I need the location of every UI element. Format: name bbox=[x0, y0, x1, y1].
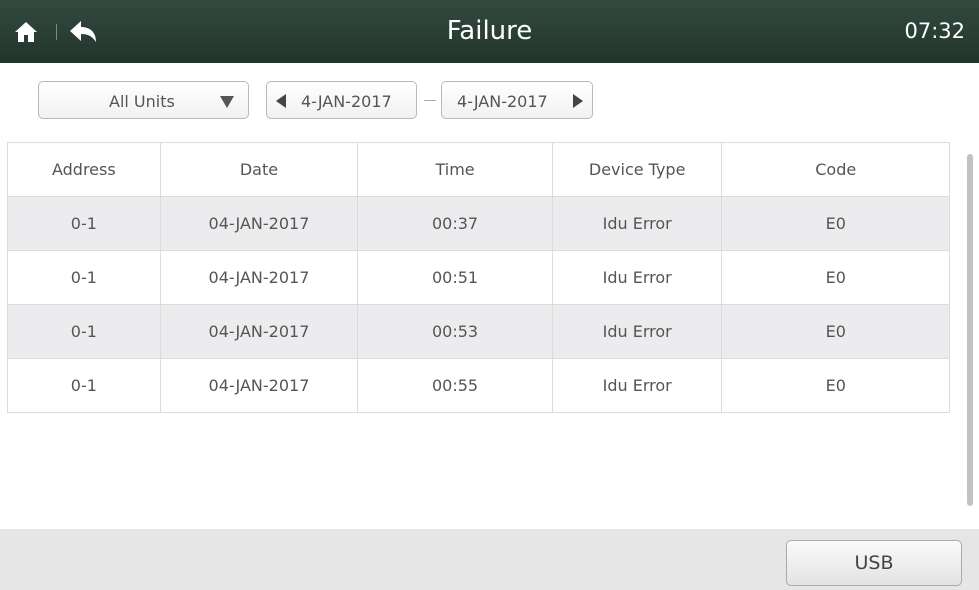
table-header-row: Address Date Time Device Type Code bbox=[8, 143, 949, 197]
table-scrollbar[interactable] bbox=[967, 154, 973, 506]
cell-time: 00:55 bbox=[358, 359, 553, 412]
date-from-button[interactable]: 4-JAN-2017 bbox=[266, 81, 417, 119]
cell-device-type: Idu Error bbox=[553, 197, 723, 250]
column-header-code: Code bbox=[815, 160, 857, 179]
cell-code: E0 bbox=[825, 376, 846, 395]
cell-device-type: Idu Error bbox=[553, 359, 723, 412]
column-header-date: Date bbox=[161, 143, 359, 196]
cell-date: 04-JAN-2017 bbox=[161, 305, 359, 358]
cell-date: 04-JAN-2017 bbox=[161, 251, 359, 304]
table-row[interactable]: 0-1 04-JAN-2017 00:53 Idu Error E0 bbox=[8, 305, 949, 359]
clock: 07:32 bbox=[904, 19, 965, 43]
failure-table: Address Date Time Device Type Code 0-1 0… bbox=[7, 142, 950, 413]
column-header-address: Address bbox=[8, 143, 161, 196]
table-row[interactable]: 0-1 04-JAN-2017 00:37 Idu Error E0 bbox=[8, 197, 949, 251]
cell-address: 0-1 bbox=[8, 359, 161, 412]
date-to-button[interactable]: 4-JAN-2017 bbox=[441, 81, 593, 119]
cell-device-type: Idu Error bbox=[553, 305, 723, 358]
cell-time: 00:53 bbox=[358, 305, 553, 358]
unit-select-dropdown[interactable]: All Units bbox=[38, 81, 249, 119]
date-from-value: 4-JAN-2017 bbox=[301, 92, 392, 111]
cell-code: E0 bbox=[825, 268, 846, 287]
title-bar: Failure 07:32 bbox=[0, 0, 979, 63]
column-header-device-type: Device Type bbox=[553, 143, 723, 196]
cell-code: E0 bbox=[825, 322, 846, 341]
cell-code: E0 bbox=[825, 214, 846, 233]
date-to-value: 4-JAN-2017 bbox=[457, 92, 548, 111]
cell-date: 04-JAN-2017 bbox=[161, 197, 359, 250]
arrow-left-icon[interactable] bbox=[276, 94, 286, 108]
cell-date: 04-JAN-2017 bbox=[161, 359, 359, 412]
page-title: Failure bbox=[446, 16, 533, 46]
date-range-separator bbox=[424, 100, 436, 101]
cell-address: 0-1 bbox=[8, 251, 161, 304]
cell-device-type: Idu Error bbox=[553, 251, 723, 304]
cell-time: 00:37 bbox=[358, 197, 553, 250]
table-row[interactable]: 0-1 04-JAN-2017 00:55 Idu Error E0 bbox=[8, 359, 949, 413]
usb-export-button[interactable]: USB bbox=[786, 540, 962, 586]
arrow-right-icon[interactable] bbox=[573, 94, 583, 108]
column-header-time: Time bbox=[358, 143, 553, 196]
cell-address: 0-1 bbox=[8, 305, 161, 358]
table-row[interactable]: 0-1 04-JAN-2017 00:51 Idu Error E0 bbox=[8, 251, 949, 305]
cell-time: 00:51 bbox=[358, 251, 553, 304]
cell-address: 0-1 bbox=[8, 197, 161, 250]
unit-select-value: All Units bbox=[109, 92, 175, 111]
footer-bar: USB bbox=[0, 529, 979, 590]
caret-down-icon bbox=[220, 96, 234, 108]
